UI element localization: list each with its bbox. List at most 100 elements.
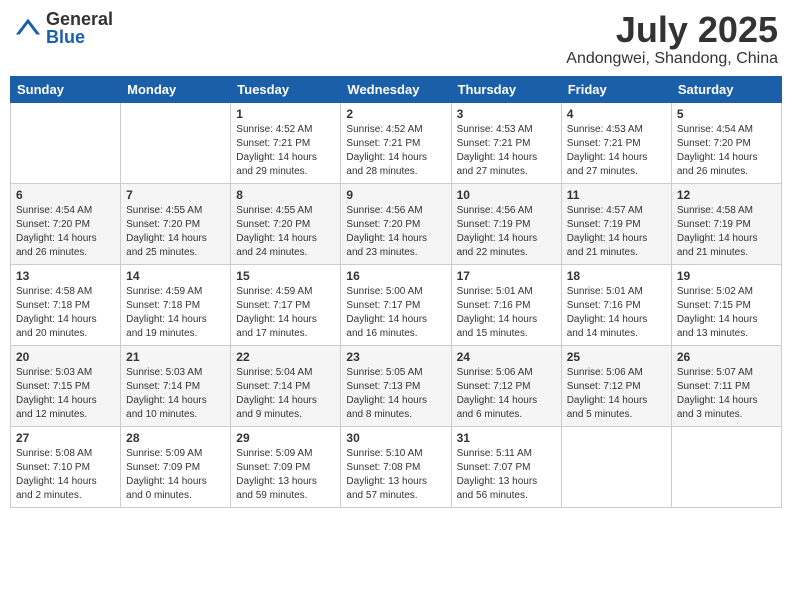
day-info: Sunrise: 5:11 AM Sunset: 7:07 PM Dayligh… xyxy=(457,447,556,503)
day-number: 2 xyxy=(346,107,445,121)
calendar-week-row: 13 Sunrise: 4:58 AM Sunset: 7:18 PM Dayli… xyxy=(11,264,782,345)
day-info: Sunrise: 5:01 AM Sunset: 7:16 PM Dayligh… xyxy=(567,285,666,341)
day-info: Sunrise: 4:58 AM Sunset: 7:19 PM Dayligh… xyxy=(677,204,776,260)
calendar-cell: 3 Sunrise: 4:53 AM Sunset: 7:21 PM Daylig… xyxy=(451,102,561,183)
calendar-cell: 20 Sunrise: 5:03 AM Sunset: 7:15 PM Dayli… xyxy=(11,345,121,426)
day-info: Sunrise: 5:08 AM Sunset: 7:10 PM Dayligh… xyxy=(16,447,115,503)
day-info: Sunrise: 5:00 AM Sunset: 7:17 PM Dayligh… xyxy=(346,285,445,341)
weekday-header-sunday: Sunday xyxy=(11,76,121,102)
day-number: 5 xyxy=(677,107,776,121)
month-title: July 2025 xyxy=(566,10,778,50)
calendar-cell: 7 Sunrise: 4:55 AM Sunset: 7:20 PM Daylig… xyxy=(121,183,231,264)
calendar-cell: 26 Sunrise: 5:07 AM Sunset: 7:11 PM Dayli… xyxy=(671,345,781,426)
day-info: Sunrise: 5:02 AM Sunset: 7:15 PM Dayligh… xyxy=(677,285,776,341)
calendar-cell: 8Sunrise: 4:55 AM Sunset: 7:20 PM Daylig… xyxy=(231,183,341,264)
day-info: Sunrise: 4:52 AM Sunset: 7:21 PM Dayligh… xyxy=(346,123,445,179)
day-number: 27 xyxy=(16,431,115,445)
day-info: Sunrise: 4:56 AM Sunset: 7:20 PM Dayligh… xyxy=(346,204,445,260)
day-number: 28 xyxy=(126,431,225,445)
day-info: Sunrise: 5:09 AM Sunset: 7:09 PM Dayligh… xyxy=(126,447,225,503)
day-info: Sunrise: 4:59 AM Sunset: 7:18 PM Dayligh… xyxy=(126,285,225,341)
calendar-cell: 9 Sunrise: 4:56 AM Sunset: 7:20 PM Daylig… xyxy=(341,183,451,264)
calendar-cell: 24Sunrise: 5:06 AM Sunset: 7:12 PM Dayli… xyxy=(451,345,561,426)
day-number: 23 xyxy=(346,350,445,364)
calendar-cell: 2 Sunrise: 4:52 AM Sunset: 7:21 PM Daylig… xyxy=(341,102,451,183)
day-info: Sunrise: 5:10 AM Sunset: 7:08 PM Dayligh… xyxy=(346,447,445,503)
day-number: 20 xyxy=(16,350,115,364)
calendar-cell: 6Sunrise: 4:54 AM Sunset: 7:20 PM Daylig… xyxy=(11,183,121,264)
calendar-cell: 27 Sunrise: 5:08 AM Sunset: 7:10 PM Dayli… xyxy=(11,426,121,507)
calendar-cell: 16Sunrise: 5:00 AM Sunset: 7:17 PM Dayli… xyxy=(341,264,451,345)
day-info: Sunrise: 4:55 AM Sunset: 7:20 PM Dayligh… xyxy=(126,204,225,260)
logo-blue-text: Blue xyxy=(46,28,113,46)
day-info: Sunrise: 5:06 AM Sunset: 7:12 PM Dayligh… xyxy=(457,366,556,422)
calendar-cell: 31 Sunrise: 5:11 AM Sunset: 7:07 PM Dayli… xyxy=(451,426,561,507)
day-number: 13 xyxy=(16,269,115,283)
day-number: 26 xyxy=(677,350,776,364)
calendar-week-row: 1 Sunrise: 4:52 AM Sunset: 7:21 PM Daylig… xyxy=(11,102,782,183)
calendar-cell xyxy=(121,102,231,183)
calendar-cell xyxy=(561,426,671,507)
day-info: Sunrise: 4:54 AM Sunset: 7:20 PM Dayligh… xyxy=(16,204,115,260)
calendar-cell: 1 Sunrise: 4:52 AM Sunset: 7:21 PM Daylig… xyxy=(231,102,341,183)
day-info: Sunrise: 4:59 AM Sunset: 7:17 PM Dayligh… xyxy=(236,285,335,341)
calendar-cell: 14 Sunrise: 4:59 AM Sunset: 7:18 PM Dayli… xyxy=(121,264,231,345)
day-info: Sunrise: 4:56 AM Sunset: 7:19 PM Dayligh… xyxy=(457,204,556,260)
day-number: 22 xyxy=(236,350,335,364)
day-number: 31 xyxy=(457,431,556,445)
weekday-header-row: SundayMondayTuesdayWednesdayThursdayFrid… xyxy=(11,76,782,102)
location-title: Andongwei, Shandong, China xyxy=(566,50,778,68)
calendar-cell xyxy=(11,102,121,183)
calendar-cell: 10 Sunrise: 4:56 AM Sunset: 7:19 PM Dayli… xyxy=(451,183,561,264)
logo-icon xyxy=(14,14,42,42)
page-header: General Blue July 2025 Andongwei, Shando… xyxy=(10,10,782,68)
day-number: 18 xyxy=(567,269,666,283)
calendar-week-row: 6Sunrise: 4:54 AM Sunset: 7:20 PM Daylig… xyxy=(11,183,782,264)
day-number: 14 xyxy=(126,269,225,283)
logo-general-text: General xyxy=(46,10,113,28)
day-number: 29 xyxy=(236,431,335,445)
calendar-cell: 4Sunrise: 4:53 AM Sunset: 7:21 PM Daylig… xyxy=(561,102,671,183)
day-number: 17 xyxy=(457,269,556,283)
calendar-cell: 29 Sunrise: 5:09 AM Sunset: 7:09 PM Dayli… xyxy=(231,426,341,507)
calendar-cell: 15Sunrise: 4:59 AM Sunset: 7:17 PM Dayli… xyxy=(231,264,341,345)
day-info: Sunrise: 4:55 AM Sunset: 7:20 PM Dayligh… xyxy=(236,204,335,260)
day-info: Sunrise: 5:05 AM Sunset: 7:13 PM Dayligh… xyxy=(346,366,445,422)
calendar-cell: 11Sunrise: 4:57 AM Sunset: 7:19 PM Dayli… xyxy=(561,183,671,264)
day-info: Sunrise: 4:52 AM Sunset: 7:21 PM Dayligh… xyxy=(236,123,335,179)
calendar-cell: 30Sunrise: 5:10 AM Sunset: 7:08 PM Dayli… xyxy=(341,426,451,507)
calendar-cell: 13 Sunrise: 4:58 AM Sunset: 7:18 PM Dayli… xyxy=(11,264,121,345)
day-info: Sunrise: 5:09 AM Sunset: 7:09 PM Dayligh… xyxy=(236,447,335,503)
day-info: Sunrise: 4:53 AM Sunset: 7:21 PM Dayligh… xyxy=(567,123,666,179)
weekday-header-monday: Monday xyxy=(121,76,231,102)
calendar-cell: 23 Sunrise: 5:05 AM Sunset: 7:13 PM Dayli… xyxy=(341,345,451,426)
day-number: 1 xyxy=(236,107,335,121)
calendar-cell: 28 Sunrise: 5:09 AM Sunset: 7:09 PM Dayli… xyxy=(121,426,231,507)
title-block: July 2025 Andongwei, Shandong, China xyxy=(566,10,778,68)
day-number: 10 xyxy=(457,188,556,202)
calendar-cell: 21Sunrise: 5:03 AM Sunset: 7:14 PM Dayli… xyxy=(121,345,231,426)
day-number: 19 xyxy=(677,269,776,283)
day-number: 25 xyxy=(567,350,666,364)
weekday-header-friday: Friday xyxy=(561,76,671,102)
day-number: 3 xyxy=(457,107,556,121)
day-info: Sunrise: 4:53 AM Sunset: 7:21 PM Dayligh… xyxy=(457,123,556,179)
day-info: Sunrise: 5:07 AM Sunset: 7:11 PM Dayligh… xyxy=(677,366,776,422)
calendar-week-row: 20 Sunrise: 5:03 AM Sunset: 7:15 PM Dayli… xyxy=(11,345,782,426)
day-info: Sunrise: 5:01 AM Sunset: 7:16 PM Dayligh… xyxy=(457,285,556,341)
weekday-header-thursday: Thursday xyxy=(451,76,561,102)
calendar-week-row: 27 Sunrise: 5:08 AM Sunset: 7:10 PM Dayli… xyxy=(11,426,782,507)
day-info: Sunrise: 4:58 AM Sunset: 7:18 PM Dayligh… xyxy=(16,285,115,341)
day-number: 7 xyxy=(126,188,225,202)
weekday-header-wednesday: Wednesday xyxy=(341,76,451,102)
weekday-header-tuesday: Tuesday xyxy=(231,76,341,102)
day-info: Sunrise: 4:54 AM Sunset: 7:20 PM Dayligh… xyxy=(677,123,776,179)
day-number: 9 xyxy=(346,188,445,202)
day-info: Sunrise: 5:03 AM Sunset: 7:15 PM Dayligh… xyxy=(16,366,115,422)
calendar-table: SundayMondayTuesdayWednesdayThursdayFrid… xyxy=(10,76,782,508)
calendar-cell: 25 Sunrise: 5:06 AM Sunset: 7:12 PM Dayli… xyxy=(561,345,671,426)
calendar-cell: 19 Sunrise: 5:02 AM Sunset: 7:15 PM Dayli… xyxy=(671,264,781,345)
calendar-cell: 17 Sunrise: 5:01 AM Sunset: 7:16 PM Dayli… xyxy=(451,264,561,345)
day-info: Sunrise: 5:06 AM Sunset: 7:12 PM Dayligh… xyxy=(567,366,666,422)
weekday-header-saturday: Saturday xyxy=(671,76,781,102)
